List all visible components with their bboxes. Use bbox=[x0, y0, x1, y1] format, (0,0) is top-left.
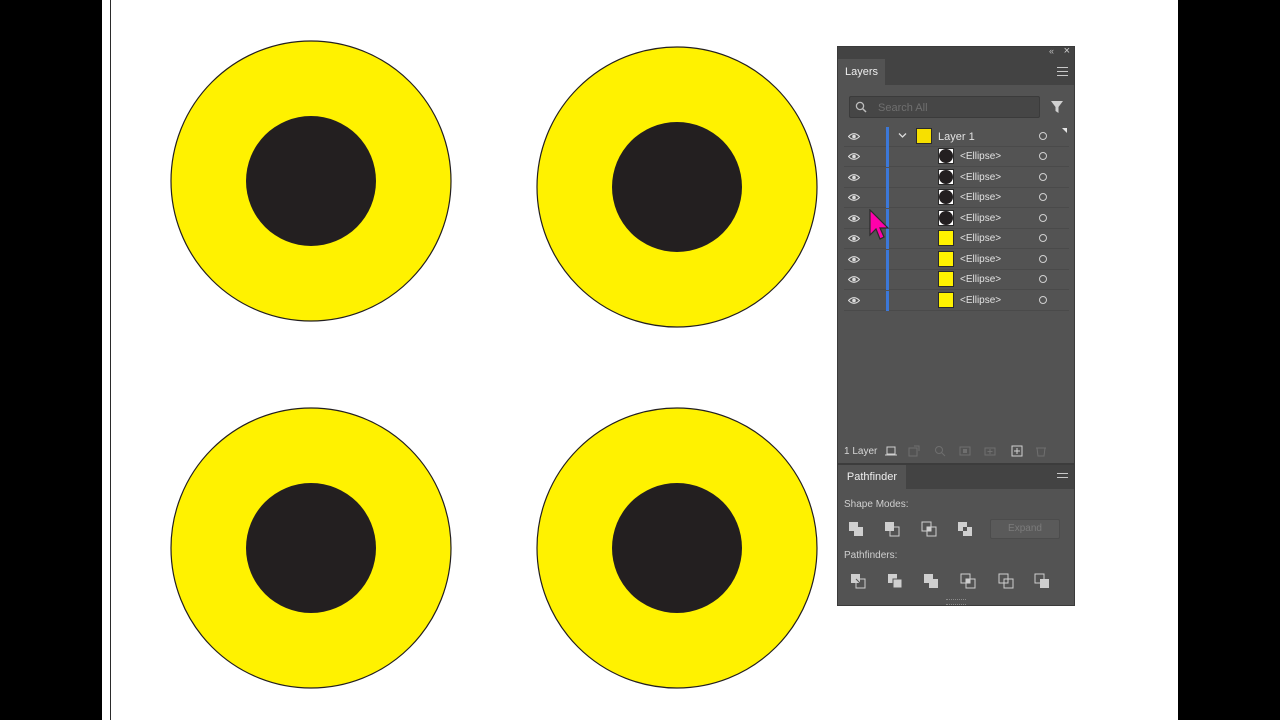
minus-back-icon[interactable] bbox=[1034, 573, 1050, 589]
pathfinder-panel-menu-icon[interactable] bbox=[1057, 473, 1068, 482]
layer-item-row[interactable]: <Ellipse> bbox=[844, 147, 1069, 167]
canvas-artwork bbox=[170, 40, 818, 689]
eye-icon[interactable] bbox=[848, 132, 860, 141]
selection-corner-icon bbox=[1062, 128, 1067, 133]
ellipse-thumbnail bbox=[938, 230, 954, 246]
layers-tab-row: Layers bbox=[838, 59, 1074, 85]
eye-shape-bottom-left[interactable] bbox=[170, 407, 452, 689]
layer-item-row[interactable]: <Ellipse> bbox=[844, 249, 1069, 270]
outline-icon[interactable] bbox=[998, 573, 1014, 589]
tab-layers[interactable]: Layers bbox=[838, 59, 885, 85]
target-icon[interactable] bbox=[1039, 193, 1047, 201]
search-input[interactable] bbox=[876, 99, 1030, 117]
layer-count: 1 Layer bbox=[844, 446, 878, 457]
ellipse-label[interactable]: <Ellipse> bbox=[960, 295, 1001, 306]
clipping-mask-icon[interactable] bbox=[959, 445, 971, 457]
layer-color-bar bbox=[886, 290, 889, 311]
layer-color-bar bbox=[886, 188, 889, 208]
new-layer-icon[interactable] bbox=[1011, 445, 1023, 457]
target-icon[interactable] bbox=[1039, 234, 1047, 242]
unite-icon[interactable] bbox=[848, 521, 864, 537]
ellipse-thumbnail bbox=[938, 189, 954, 205]
export-icon[interactable] bbox=[908, 445, 920, 457]
collapse-icon[interactable]: « bbox=[1049, 46, 1054, 56]
close-icon[interactable]: × bbox=[1064, 45, 1070, 57]
new-sublayer-icon[interactable] bbox=[984, 445, 996, 457]
chevron-down-icon[interactable] bbox=[898, 131, 907, 140]
eye-shape-top-right[interactable] bbox=[536, 46, 818, 328]
ellipse-thumbnail bbox=[938, 271, 954, 287]
target-icon[interactable] bbox=[1039, 275, 1047, 283]
layer-thumbnail bbox=[916, 128, 932, 144]
target-icon[interactable] bbox=[1039, 172, 1047, 181]
artboard-icon[interactable] bbox=[885, 445, 897, 457]
filter-icon[interactable] bbox=[1050, 100, 1064, 114]
ellipse-label[interactable]: <Ellipse> bbox=[960, 172, 1001, 183]
layers-search-field[interactable] bbox=[849, 96, 1040, 118]
search-icon bbox=[855, 101, 867, 113]
layer-color-bar bbox=[886, 270, 889, 290]
eye-shape-bottom-right[interactable] bbox=[536, 407, 818, 689]
expand-button[interactable]: Expand bbox=[990, 519, 1060, 539]
ellipse-label[interactable]: <Ellipse> bbox=[960, 274, 1001, 285]
eye-icon[interactable] bbox=[848, 275, 860, 284]
eye-icon[interactable] bbox=[848, 193, 860, 202]
layer-item-row[interactable]: <Ellipse> bbox=[844, 290, 1069, 311]
eye-icon[interactable] bbox=[848, 173, 860, 182]
minus-front-icon[interactable] bbox=[884, 521, 900, 537]
ellipse-label[interactable]: <Ellipse> bbox=[960, 213, 1001, 224]
target-icon[interactable] bbox=[1039, 295, 1047, 304]
layer-color-bar bbox=[886, 127, 889, 147]
trim-icon[interactable] bbox=[887, 573, 903, 589]
ellipse-label[interactable]: <Ellipse> bbox=[960, 151, 1001, 162]
layer-color-bar bbox=[886, 167, 889, 188]
ellipse-label[interactable]: <Ellipse> bbox=[960, 192, 1001, 203]
eye-icon[interactable] bbox=[848, 255, 860, 264]
eye-icon[interactable] bbox=[848, 296, 860, 305]
panel-topbar[interactable]: « × bbox=[838, 45, 1074, 59]
ellipse-thumbnail bbox=[938, 291, 954, 308]
target-icon[interactable] bbox=[1039, 213, 1047, 222]
mouse-cursor-icon bbox=[869, 209, 890, 240]
tab-pathfinder[interactable]: Pathfinder bbox=[838, 465, 906, 489]
target-icon[interactable] bbox=[1039, 132, 1047, 140]
layers-panel-menu-icon[interactable] bbox=[1057, 67, 1068, 76]
target-icon[interactable] bbox=[1039, 254, 1047, 263]
layer-item-row[interactable]: <Ellipse> bbox=[844, 167, 1069, 188]
layers-list: Layer 1 <Ellipse> <Ellipse> <Ellipse> <Elli… bbox=[844, 127, 1069, 441]
intersect-icon[interactable] bbox=[921, 521, 937, 537]
eye-shape-top-left[interactable] bbox=[170, 40, 452, 322]
locate-object-icon[interactable] bbox=[934, 445, 946, 457]
layer-name[interactable]: Layer 1 bbox=[938, 131, 975, 143]
ellipse-thumbnail bbox=[938, 250, 954, 267]
divide-icon[interactable] bbox=[850, 573, 866, 589]
ellipse-label[interactable]: <Ellipse> bbox=[960, 254, 1001, 265]
eye-icon[interactable] bbox=[848, 234, 860, 243]
layer-row-layer-1[interactable]: Layer 1 bbox=[844, 127, 1069, 147]
target-icon[interactable] bbox=[1039, 152, 1047, 160]
layers-pathfinder-panel: « × Layers Layer 1 <Ellip bbox=[837, 45, 1075, 606]
eye-icon[interactable] bbox=[848, 214, 860, 223]
layer-color-bar bbox=[886, 147, 889, 167]
trash-icon[interactable] bbox=[1035, 445, 1047, 457]
shape-modes-label: Shape Modes: bbox=[844, 499, 909, 510]
crop-icon[interactable] bbox=[960, 573, 976, 589]
resize-grip[interactable] bbox=[946, 599, 966, 605]
pathfinder-tab-row: Pathfinder bbox=[838, 465, 1074, 489]
ellipse-thumbnail bbox=[938, 209, 954, 226]
ellipse-thumbnail bbox=[938, 148, 954, 164]
merge-icon[interactable] bbox=[923, 573, 939, 589]
pathfinders-label: Pathfinders: bbox=[844, 550, 898, 561]
layer-item-row[interactable]: <Ellipse> bbox=[844, 188, 1069, 208]
layer-item-row[interactable]: <Ellipse> bbox=[844, 270, 1069, 290]
layers-footer: 1 Layer bbox=[838, 441, 1074, 463]
eye-icon[interactable] bbox=[848, 152, 860, 161]
exclude-icon[interactable] bbox=[957, 521, 973, 537]
ellipse-label[interactable]: <Ellipse> bbox=[960, 233, 1001, 244]
ellipse-thumbnail bbox=[938, 168, 954, 185]
layer-color-bar bbox=[886, 249, 889, 270]
